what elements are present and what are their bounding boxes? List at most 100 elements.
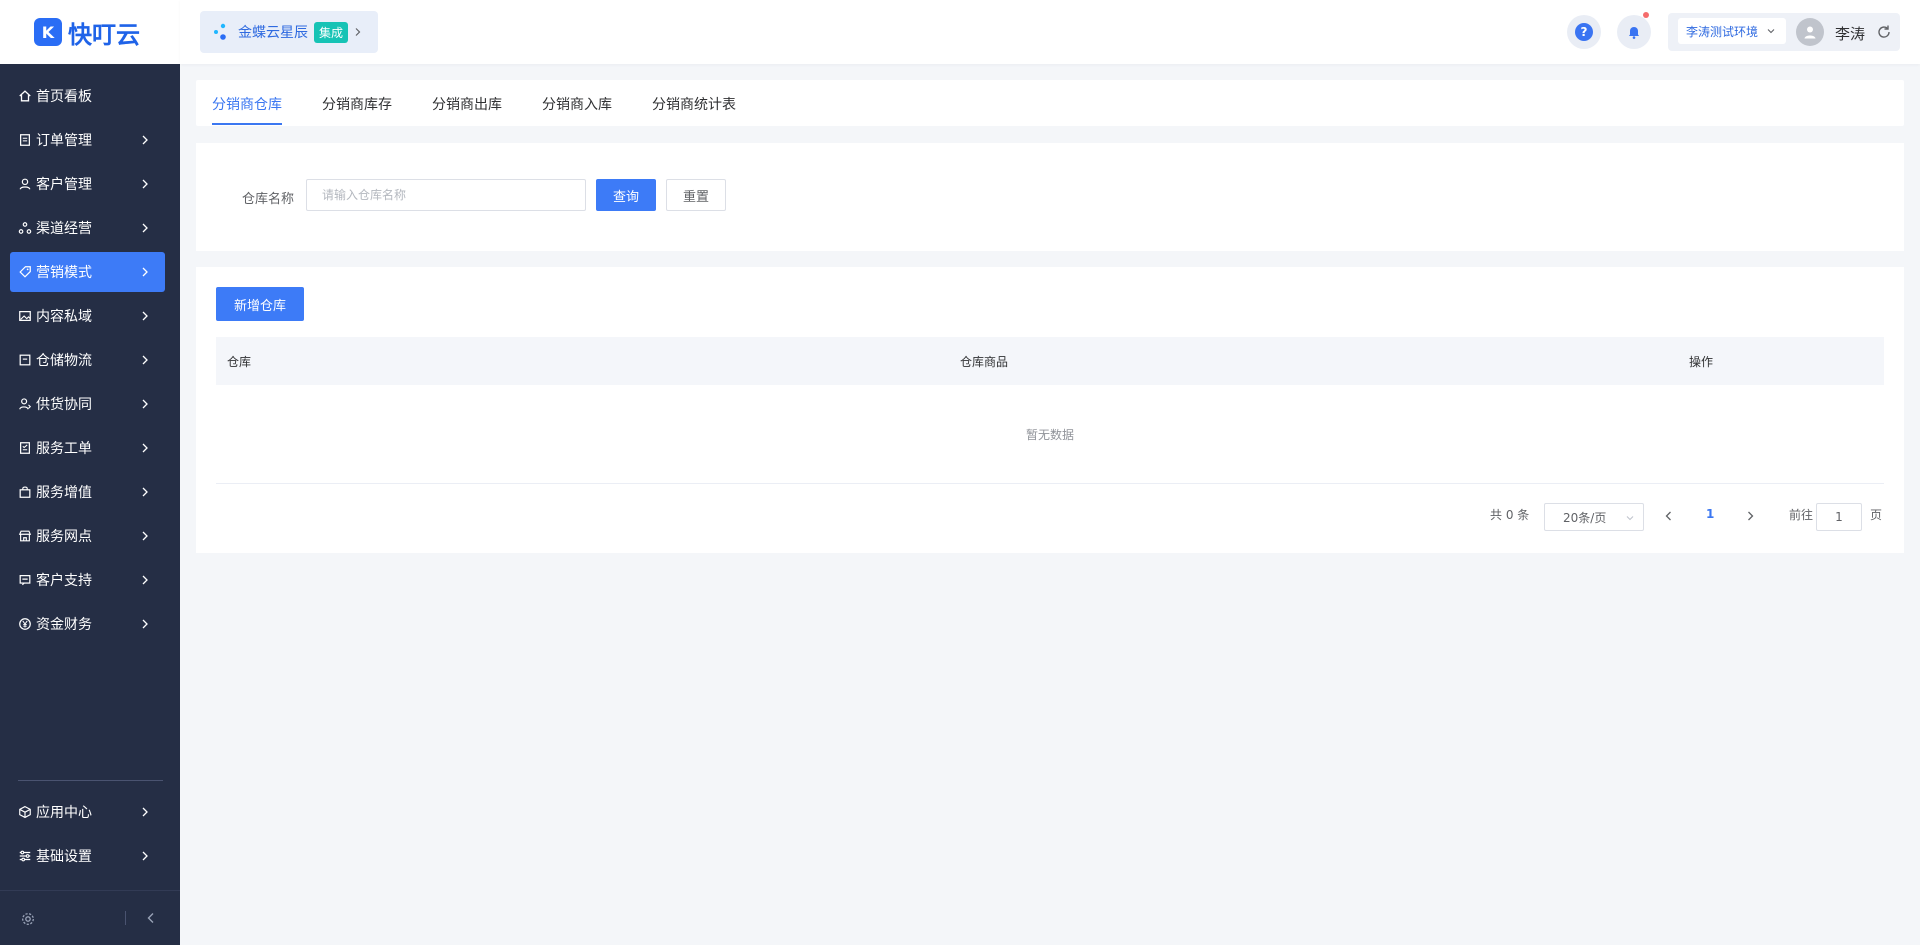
chevron-right-icon [142,135,148,145]
sidebar-item-value-added[interactable]: 服务增值 [10,472,165,512]
integration-switcher[interactable]: 金蝶云星辰 集成 [200,11,378,53]
sidebar-item-dashboard[interactable]: 首页看板 [10,76,165,116]
notification-button[interactable] [1617,12,1651,49]
sidebar-item-label: 服务增值 [36,485,92,501]
top-header: 金蝶云星辰 集成 ? 李涛测试环境 李涛 [180,0,1920,64]
environment-select[interactable]: 李涛测试环境 [1678,18,1786,44]
help-button[interactable]: ? [1567,15,1601,49]
warehouse-table-panel: 新增仓库 仓库 仓库商品 操作 暂无数据 共 0 条 20条/页 1 前往 页 [196,267,1904,553]
search-panel: 仓库名称 查询 重置 [196,143,1904,251]
footer-separator [125,911,126,925]
cube-icon [17,804,33,820]
channel-icon [17,220,33,236]
box-icon [17,352,33,368]
settings-icon [17,848,33,864]
tab-distributor-statistics[interactable]: 分销商统计表 [652,94,736,114]
sidebar-bottom-menu: 应用中心 基础设置 [0,792,180,880]
sidebar-item-customer-support[interactable]: 客户支持 [10,560,165,600]
tab-distributor-inventory[interactable]: 分销商库存 [322,94,392,114]
table-header: 仓库 仓库商品 操作 [216,337,1884,385]
column-header-actions: 操作 [1689,355,1714,369]
query-button[interactable]: 查询 [596,179,656,211]
sidebar-menu: 首页看板 订单管理 客户管理 渠道经营 营销模式 内容私域 仓储物流 供货协同 … [0,64,180,644]
tab-distributor-warehouse[interactable]: 分销商仓库 [212,94,282,114]
user-name[interactable]: 李涛 [1835,23,1865,44]
reset-button[interactable]: 重置 [666,179,726,211]
goto-label: 前往 [1789,508,1814,522]
chevron-right-icon [142,223,148,233]
store-icon [17,528,33,544]
integration-tag: 集成 [314,21,349,43]
sidebar-item-label: 服务工单 [36,441,92,457]
sidebar-item-label: 订单管理 [36,133,92,149]
sidebar-item-orders[interactable]: 订单管理 [10,120,165,160]
sidebar-item-supply[interactable]: 供货协同 [10,384,165,424]
empty-state: 暂无数据 [216,385,1884,484]
sidebar-item-warehouse[interactable]: 仓储物流 [10,340,165,380]
add-warehouse-button[interactable]: 新增仓库 [216,287,304,321]
logo-icon: K [34,18,62,46]
sidebar-item-customers[interactable]: 客户管理 [10,164,165,204]
sidebar-divider [18,780,163,781]
sidebar-item-basic-settings[interactable]: 基础设置 [10,836,165,876]
chevron-right-icon [142,531,148,541]
sidebar-item-label: 基础设置 [36,849,92,865]
sidebar-item-service-tickets[interactable]: 服务工单 [10,428,165,468]
image-icon [17,308,33,324]
integration-name: 金蝶云星辰 [238,25,308,41]
sidebar-footer [0,890,180,945]
chevron-right-icon [142,399,148,409]
brand-name: 快叮云 [68,20,140,49]
sidebar-item-label: 供货协同 [36,397,92,413]
integration-logo-icon [214,23,226,40]
avatar-icon [1804,26,1816,39]
environment-value: 李涛测试环境 [1686,24,1759,39]
chevron-down-icon [1626,516,1634,521]
sidebar-item-label: 仓储物流 [36,353,92,369]
chevron-right-icon [142,851,148,861]
chevron-right-icon [142,619,148,629]
prev-page-icon[interactable] [1662,509,1676,523]
sidebar: K 快叮云 首页看板 订单管理 客户管理 渠道经营 营销模式 内容私域 仓储物流… [0,0,180,945]
help-icon: ? [1575,23,1593,41]
chevron-right-icon [142,807,148,817]
chevron-right-icon [142,487,148,497]
sidebar-item-service-points[interactable]: 服务网点 [10,516,165,556]
tab-distributor-outbound[interactable]: 分销商出库 [432,94,502,114]
sidebar-item-app-center[interactable]: 应用中心 [10,792,165,832]
chevron-right-icon [142,311,148,321]
goto-page-input[interactable] [1816,503,1862,531]
warehouse-name-input[interactable] [306,179,586,211]
user-area: 李涛测试环境 李涛 [1668,13,1900,51]
bell-icon [1629,27,1639,39]
sidebar-item-label: 渠道经营 [36,221,92,237]
active-tab-indicator [212,123,282,125]
avatar[interactable] [1796,18,1824,46]
sidebar-item-channels[interactable]: 渠道经营 [10,208,165,248]
sidebar-item-finance[interactable]: 资金财务 [10,604,165,644]
chevron-right-icon [142,267,148,277]
collapse-sidebar-icon[interactable] [143,910,159,926]
sidebar-item-label: 应用中心 [36,805,92,821]
sidebar-item-label: 营销模式 [36,265,92,281]
sidebar-item-label: 客户支持 [36,573,92,589]
gear-icon[interactable] [20,911,36,927]
home-icon [17,88,33,104]
current-page[interactable]: 1 [1706,507,1714,521]
page-size-value: 20条/页 [1563,510,1607,525]
order-icon [17,132,33,148]
refresh-icon[interactable] [1876,24,1892,40]
brand-logo[interactable]: K 快叮云 [0,0,180,64]
tabs-bar: 分销商仓库 分销商库存 分销商出库 分销商入库 分销商统计表 [196,80,1904,126]
bag-icon [17,484,33,500]
notification-dot [1643,12,1649,18]
tag-icon [17,264,33,280]
next-page-icon[interactable] [1743,509,1757,523]
sidebar-item-marketing[interactable]: 营销模式 [10,252,165,292]
pagination-total: 共 0 条 [1490,508,1530,522]
tab-distributor-inbound[interactable]: 分销商入库 [542,94,612,114]
sidebar-item-label: 资金财务 [36,617,92,633]
page-size-select[interactable]: 20条/页 [1544,503,1644,531]
empty-text: 暂无数据 [1025,427,1074,442]
sidebar-item-content[interactable]: 内容私域 [10,296,165,336]
